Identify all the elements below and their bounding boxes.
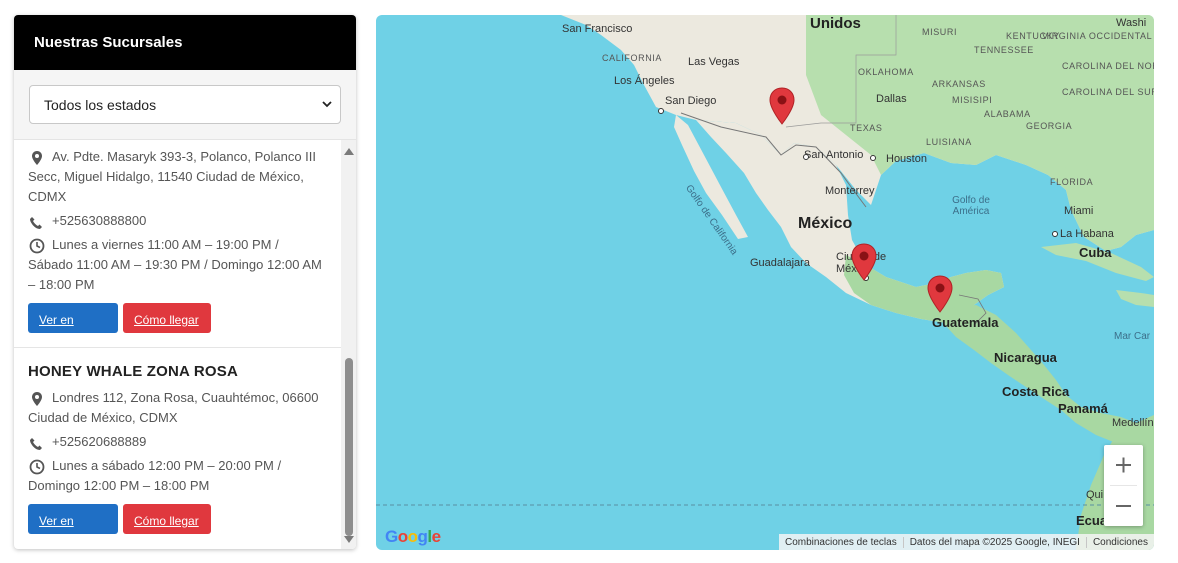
phone-row: +525620688889 xyxy=(28,432,327,452)
branch-hours: Lunes a viernes 11:00 AM – 19:00 PM / Sá… xyxy=(28,237,322,292)
location-pin-icon xyxy=(32,392,42,406)
map-label: LUISIANA xyxy=(926,137,972,147)
address-row: Av. Pdte. Masaryk 393-3, Polanco, Polanc… xyxy=(28,147,327,207)
hours-row: Lunes a viernes 11:00 AM – 19:00 PM / Sá… xyxy=(28,235,327,295)
google-logo[interactable]: Google xyxy=(385,527,441,547)
map-label: Guatemala xyxy=(932,315,999,330)
map-label: Unidos xyxy=(810,15,861,32)
panel-title: Nuestras Sucursales xyxy=(14,15,356,70)
map-label: Houston xyxy=(886,153,927,165)
branch-card: HONEY WHALE ZONA ROSA Londres 112, Zona … xyxy=(14,347,341,548)
phone-row: +525630888800 xyxy=(28,211,327,231)
terms-link[interactable]: Condiciones xyxy=(1085,536,1154,548)
map-label: San Francisco xyxy=(562,23,633,35)
map-label: Ecua xyxy=(1076,513,1108,528)
map-label: TENNESSEE xyxy=(974,45,1034,55)
map-label: Washi xyxy=(1116,17,1147,29)
map-label: San Antonio xyxy=(804,149,864,161)
branch-phone: +525620688889 xyxy=(52,434,147,449)
map-attribution: Combinaciones de teclas Datos del mapa ©… xyxy=(778,534,1154,550)
branch-card: Av. Pdte. Masaryk 393-3, Polanco, Polanc… xyxy=(14,147,341,347)
map-label: Qui xyxy=(1086,489,1104,501)
map-label: Cuba xyxy=(1079,245,1112,260)
branches-panel: Nuestras Sucursales Todos los estados Av… xyxy=(14,15,356,549)
zoom-in-icon[interactable] xyxy=(1104,445,1143,485)
branch-hours: Lunes a sábado 12:00 PM – 20:00 PM / Dom… xyxy=(28,458,282,493)
view-on-map-button[interactable]: Ver en mapa xyxy=(28,504,118,548)
map-label: ARKANSAS xyxy=(932,79,986,89)
branch-phone: +525630888800 xyxy=(52,213,147,228)
phone-icon xyxy=(30,217,42,229)
branch-list[interactable]: Av. Pdte. Masaryk 393-3, Polanco, Polanc… xyxy=(14,140,356,549)
map-label: CAROLINA DEL NORTE xyxy=(1062,61,1154,71)
map-label: Medellín xyxy=(1112,417,1154,429)
address-row: Londres 112, Zona Rosa, Cuauhtémoc, 0660… xyxy=(28,388,327,428)
map-label: Nicaragua xyxy=(994,350,1057,365)
directions-button[interactable]: Cómo llegar xyxy=(123,303,211,333)
map-label: Guadalajara xyxy=(750,257,810,269)
map-label: Miami xyxy=(1064,205,1094,217)
branch-name: HONEY WHALE ZONA ROSA xyxy=(28,363,239,380)
map-label: CALIFORNIA xyxy=(602,53,663,63)
state-filter-select[interactable]: Todos los estados xyxy=(29,85,341,124)
branches-map[interactable]: Unidos San Francisco CALIFORNIA Las Vega… xyxy=(376,15,1154,550)
clock-icon xyxy=(29,459,45,475)
keyboard-shortcuts-link[interactable]: Combinaciones de teclas xyxy=(779,537,903,548)
chevron-down-icon xyxy=(322,101,332,108)
branch-address: Av. Pdte. Masaryk 393-3, Polanco, Polanc… xyxy=(28,149,316,204)
map-label: MISISIPI xyxy=(952,95,993,105)
filter-area: Todos los estados xyxy=(14,70,356,140)
list-scrollbar[interactable] xyxy=(341,140,356,549)
phone-icon xyxy=(30,438,42,450)
city-dot xyxy=(658,108,664,114)
state-filter-value: Todos los estados xyxy=(44,97,157,113)
map-label: San Diego xyxy=(665,95,717,107)
map-data-text: Datos del mapa ©2025 Google, INEGI xyxy=(902,536,1086,548)
hours-row: Lunes a sábado 12:00 PM – 20:00 PM / Dom… xyxy=(28,456,327,496)
map-label: México xyxy=(798,215,853,232)
view-on-map-button[interactable]: Ver en mapa xyxy=(28,303,118,347)
location-pin-icon xyxy=(32,151,42,165)
map-label: Las Vegas xyxy=(688,56,740,68)
map-marker-pin-icon[interactable] xyxy=(851,243,877,281)
map-label: OKLAHOMA xyxy=(858,67,914,77)
city-dot xyxy=(870,155,876,161)
directions-button[interactable]: Cómo llegar xyxy=(123,504,211,534)
map-label: Panamá xyxy=(1058,401,1108,416)
scroll-down-arrow-icon[interactable] xyxy=(344,536,354,543)
branch-address: Londres 112, Zona Rosa, Cuauhtémoc, 0660… xyxy=(28,390,319,425)
map-label: TEXAS xyxy=(850,123,883,133)
clock-icon xyxy=(29,238,45,254)
map-label: Los Ángeles xyxy=(614,75,675,87)
map-label: ALABAMA xyxy=(984,109,1031,119)
map-label: FLORIDA xyxy=(1050,177,1094,187)
map-marker-pin-icon[interactable] xyxy=(769,87,795,125)
zoom-out-icon[interactable] xyxy=(1104,486,1143,526)
map-terrain xyxy=(376,15,1154,550)
map-label: Monterrey xyxy=(825,185,875,197)
map-label: Dallas xyxy=(876,93,907,105)
city-dot xyxy=(803,154,809,160)
map-marker-pin-icon[interactable] xyxy=(927,275,953,313)
city-dot xyxy=(1052,231,1058,237)
map-label: Costa Rica xyxy=(1002,384,1070,399)
map-label: CAROLINA DEL SUR xyxy=(1062,87,1154,97)
branch-actions: Ver en mapa Cómo llegar xyxy=(28,504,327,548)
scroll-up-arrow-icon[interactable] xyxy=(344,148,354,155)
branch-actions: Ver en mapa Cómo llegar xyxy=(28,303,327,347)
map-label: Golfo de América xyxy=(952,195,990,217)
map-label: MISURI xyxy=(922,27,958,37)
map-label: GEORGIA xyxy=(1026,121,1073,131)
zoom-controls xyxy=(1104,445,1143,526)
map-label: La Habana xyxy=(1060,228,1114,240)
map-label: VIRGINIA OCCIDENTAL xyxy=(1042,31,1153,41)
map-label: Mar Car xyxy=(1114,331,1151,342)
scroll-thumb[interactable] xyxy=(345,358,353,536)
